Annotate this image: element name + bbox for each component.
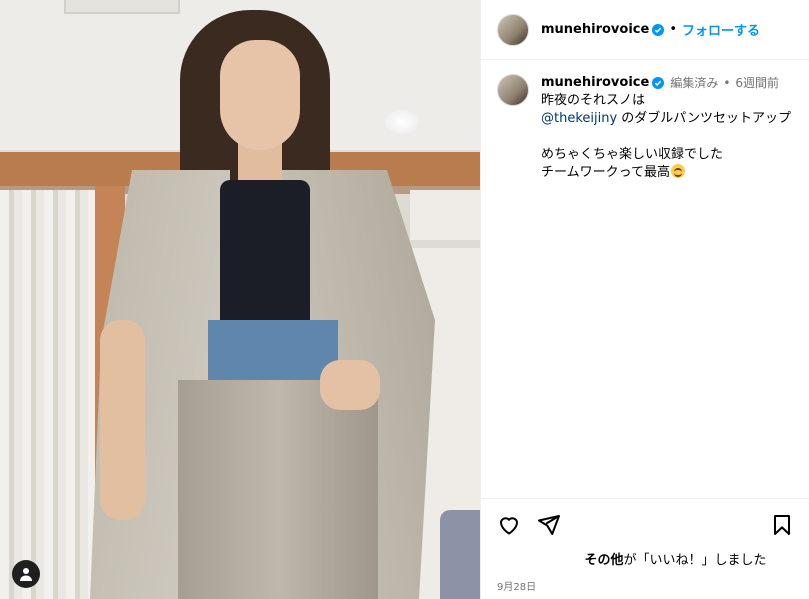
avatar[interactable] (497, 13, 529, 46)
caption-avatar[interactable] (497, 74, 529, 106)
post-side-panel: munehirovoice • フォローする munehirovoice 編集済… (480, 0, 809, 599)
caption-line-2-text: のダブルパンツセットアップ (617, 111, 791, 126)
caption-line-1: 昨夜のそれスノは (541, 93, 646, 108)
likes-others[interactable]: その他 (584, 553, 623, 568)
tagged-users-button[interactable] (12, 560, 40, 588)
caption-body: munehirovoice 編集済み • 6週間前 昨夜のそれスノは @thek… (541, 74, 791, 182)
caption-comment: munehirovoice 編集済み • 6週間前 昨夜のそれスノは @thek… (481, 60, 809, 182)
likes-summary[interactable]: その他が「いいね！」しました (497, 549, 794, 568)
photo-person-pants (178, 380, 378, 599)
post-header: munehirovoice • フォローする (481, 0, 809, 60)
caption-line-4-text: チームワークって最高 (541, 165, 670, 180)
meta-separator: • (723, 76, 731, 90)
photo-shelf (400, 240, 480, 248)
bookmark-icon[interactable] (770, 513, 794, 537)
person-icon (20, 568, 32, 581)
photo-person-face (220, 40, 300, 150)
photo-ceiling-vent (64, 0, 180, 14)
heart-icon[interactable] (497, 513, 521, 537)
photo-person-top (220, 180, 310, 330)
edited-label: 編集済み (670, 76, 719, 90)
post-actions: その他が「いいね！」しました 9月28日 (481, 498, 809, 599)
caption-line-4: チームワークって最高 (541, 164, 791, 182)
smiling-face-emoji-icon (670, 164, 685, 178)
photo-person-arm (100, 320, 145, 520)
caption-line-2: @thekeijiny のダブルパンツセットアップ (541, 110, 791, 128)
photo-chair (440, 510, 480, 599)
paper-plane-icon[interactable] (537, 513, 561, 537)
caption-username[interactable]: munehirovoice (541, 74, 649, 92)
post-photo[interactable] (0, 0, 480, 599)
caption-line-3: めちゃくちゃ楽しい収録でした (541, 147, 724, 162)
photo-ceiling-light (385, 110, 419, 134)
follow-button[interactable]: フォローする (682, 20, 760, 39)
mention-link[interactable]: @thekeijiny (541, 111, 617, 126)
post-time-ago[interactable]: 6週間前 (735, 74, 779, 92)
photo-curtain (0, 190, 100, 599)
verified-badge-icon (652, 23, 665, 36)
verified-badge-icon (652, 77, 665, 89)
caption-meta: munehirovoice 編集済み • 6週間前 (541, 74, 791, 92)
likes-text: が「いいね！」しました (623, 553, 767, 568)
header-separator: • (669, 22, 677, 37)
photo-person-hand (320, 360, 380, 410)
header-username[interactable]: munehirovoice (541, 22, 649, 37)
action-icons (497, 513, 794, 537)
post-date[interactable]: 9月28日 (497, 578, 794, 593)
